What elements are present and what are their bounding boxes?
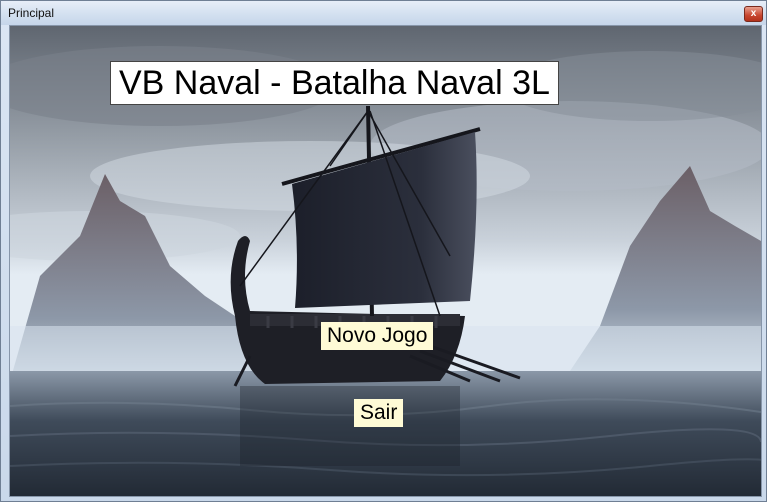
game-title: VB Naval - Batalha Naval 3L: [110, 61, 559, 105]
app-window: Principal x VB Naval - Batalha Naval 3L …: [0, 0, 767, 502]
window-title: Principal: [8, 6, 55, 20]
exit-button[interactable]: Sair: [354, 399, 404, 427]
title-bar[interactable]: Principal x: [1, 1, 766, 25]
main-panel: VB Naval - Batalha Naval 3L Novo Jogo Sa…: [9, 25, 762, 497]
close-button[interactable]: x: [744, 6, 763, 22]
new-game-button[interactable]: Novo Jogo: [321, 322, 434, 350]
